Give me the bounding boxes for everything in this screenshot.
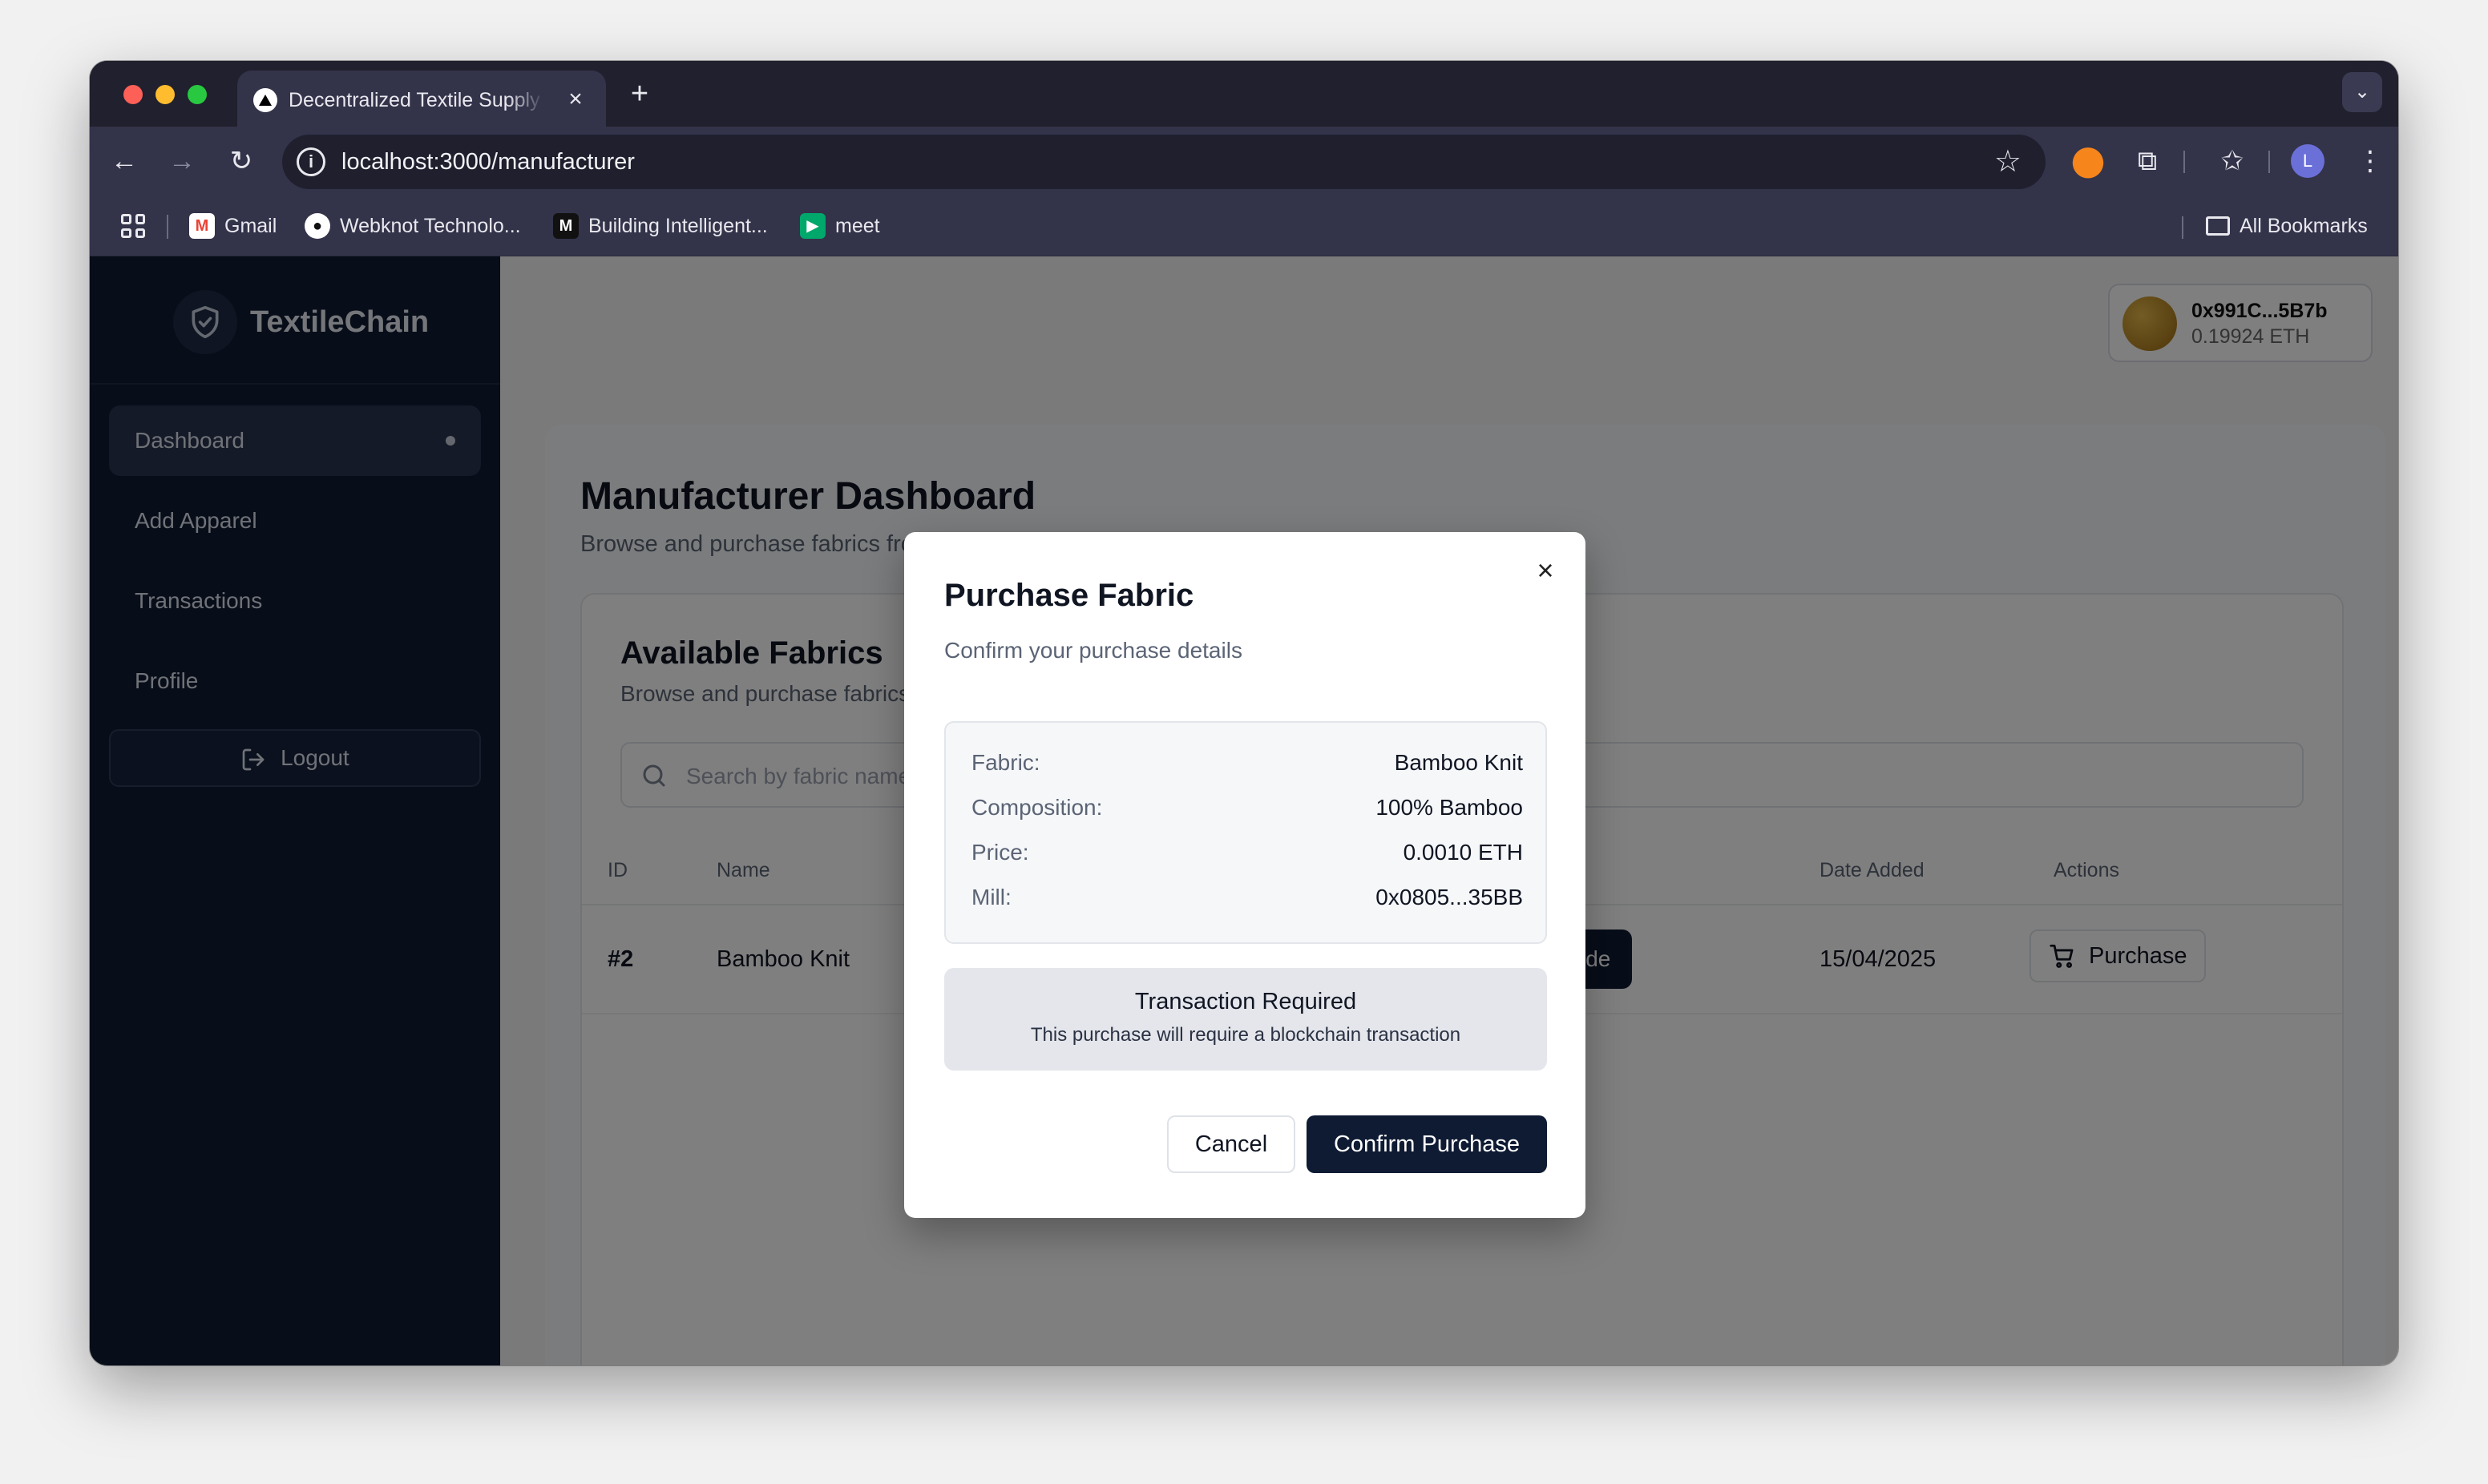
site-info-icon[interactable]: i bbox=[297, 147, 325, 176]
folder-icon bbox=[2206, 216, 2230, 236]
bookmark-building-intelligent[interactable]: M Building Intelligent... bbox=[553, 212, 768, 240]
close-icon[interactable]: × bbox=[1529, 554, 1561, 587]
detail-label: Composition: bbox=[971, 795, 1103, 820]
all-bookmarks-label: All Bookmarks bbox=[2240, 215, 2368, 237]
browser-window: Decentralized Textile Supply Chain × + ⌄… bbox=[90, 61, 2398, 1365]
dialog-title: Purchase Fabric bbox=[944, 578, 1194, 613]
purchase-fabric-dialog: × Purchase Fabric Confirm your purchase … bbox=[904, 532, 1585, 1218]
profile-avatar[interactable]: L bbox=[2291, 144, 2324, 178]
purchase-details: Fabric: Bamboo Knit Composition: 100% Ba… bbox=[944, 721, 1547, 944]
tab-title: Decentralized Textile Supply Chain bbox=[289, 89, 545, 111]
bookmarks-divider bbox=[167, 215, 168, 239]
notice-title: Transaction Required bbox=[1134, 989, 1357, 1014]
close-window-button[interactable] bbox=[123, 85, 143, 104]
bookmark-webknot[interactable]: ● Webknot Technolo... bbox=[305, 212, 521, 240]
reading-list-star-icon[interactable]: ✩ bbox=[2214, 143, 2251, 179]
detail-value: 100% Bamboo bbox=[1375, 795, 1523, 820]
address-bar[interactable]: i localhost:3000/manufacturer ☆ bbox=[282, 135, 2046, 189]
gmail-icon: M bbox=[189, 213, 215, 239]
detail-value: Bamboo Knit bbox=[1394, 750, 1523, 775]
detail-label: Price: bbox=[971, 840, 1029, 865]
toolbar-divider bbox=[2268, 151, 2270, 173]
maximize-window-button[interactable] bbox=[188, 85, 207, 104]
tab-close-icon[interactable]: × bbox=[563, 87, 588, 112]
cancel-button[interactable]: Cancel bbox=[1167, 1115, 1295, 1173]
detail-row-price: Price: 0.0010 ETH bbox=[971, 837, 1523, 869]
bookmark-meet[interactable]: ▶ meet bbox=[800, 212, 880, 240]
tab-search-chevron-icon[interactable]: ⌄ bbox=[2342, 72, 2382, 112]
detail-value: 0.0010 ETH bbox=[1403, 840, 1523, 865]
bookmarks-divider bbox=[2182, 216, 2183, 239]
minimize-window-button[interactable] bbox=[156, 85, 175, 104]
extensions-puzzle-icon[interactable]: ⧉ bbox=[2129, 143, 2166, 179]
bookmark-gmail[interactable]: M Gmail bbox=[189, 212, 277, 240]
dialog-subtitle: Confirm your purchase details bbox=[944, 638, 1242, 663]
notice-text: This purchase will require a blockchain … bbox=[1030, 1024, 1461, 1046]
new-tab-plus-icon[interactable]: + bbox=[624, 79, 656, 111]
detail-row-composition: Composition: 100% Bamboo bbox=[971, 792, 1523, 824]
forward-arrow-icon[interactable]: → bbox=[164, 143, 200, 179]
bookmark-star-icon[interactable]: ☆ bbox=[1994, 144, 2022, 179]
url-text[interactable]: localhost:3000/manufacturer bbox=[341, 148, 635, 175]
github-icon: ● bbox=[305, 213, 330, 239]
medium-icon: M bbox=[553, 213, 579, 239]
bookmark-label: Building Intelligent... bbox=[588, 215, 768, 237]
confirm-purchase-button[interactable]: Confirm Purchase bbox=[1307, 1115, 1547, 1173]
bookmark-label: Webknot Technolo... bbox=[340, 215, 521, 237]
bookmark-label: Gmail bbox=[224, 215, 277, 237]
meet-icon: ▶ bbox=[800, 213, 826, 239]
browser-toolbar: ← → ↻ i localhost:3000/manufacturer ☆ ⧉ … bbox=[90, 127, 2398, 196]
all-bookmarks[interactable]: All Bookmarks bbox=[2206, 212, 2368, 240]
app-viewport: TextileChain Dashboard Add Apparel Trans… bbox=[90, 256, 2398, 1365]
detail-label: Fabric: bbox=[971, 750, 1040, 775]
kebab-menu-icon[interactable]: ⋮ bbox=[2352, 143, 2389, 179]
detail-row-mill: Mill: 0x0805...35BB bbox=[971, 881, 1523, 913]
transaction-notice: Transaction Required This purchase will … bbox=[944, 968, 1547, 1071]
bookmark-label: meet bbox=[835, 215, 880, 237]
detail-row-fabric: Fabric: Bamboo Knit bbox=[971, 747, 1523, 779]
reload-icon[interactable]: ↻ bbox=[223, 143, 260, 179]
detail-value: 0x0805...35BB bbox=[1375, 885, 1523, 909]
bookmarks-bar: M Gmail ● Webknot Technolo... M Building… bbox=[90, 196, 2398, 256]
back-arrow-icon[interactable]: ← bbox=[106, 143, 143, 179]
browser-tab[interactable]: Decentralized Textile Supply Chain × bbox=[237, 71, 606, 127]
toolbar-divider bbox=[2183, 151, 2185, 173]
detail-label: Mill: bbox=[971, 885, 1012, 909]
vercel-favicon-icon bbox=[253, 88, 277, 112]
apps-grid-icon[interactable] bbox=[119, 212, 147, 240]
tab-strip: Decentralized Textile Supply Chain × + ⌄ bbox=[90, 61, 2398, 127]
metamask-fox-icon[interactable] bbox=[2070, 143, 2106, 179]
